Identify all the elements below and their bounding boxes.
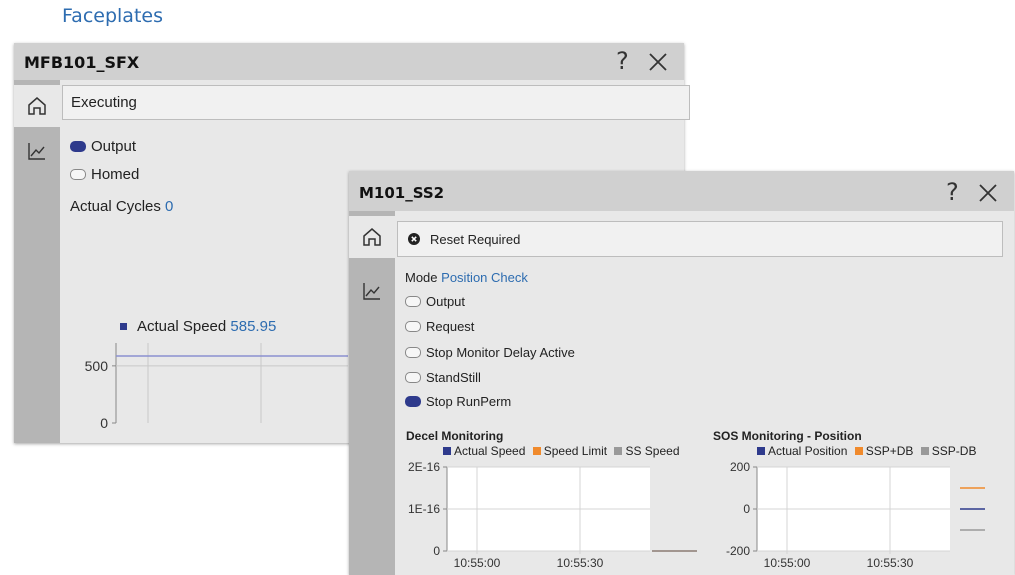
close-icon[interactable] <box>648 52 668 77</box>
faceplate-title: MFB101_SFX <box>24 53 140 72</box>
indicator-homed: Homed <box>70 166 139 183</box>
y-tick-label: -200 <box>726 544 750 558</box>
y-tick-label: 0 <box>100 415 108 431</box>
legend-swatch <box>443 447 451 455</box>
help-button[interactable]: ? <box>616 47 629 75</box>
indicator-output: Output <box>70 138 136 155</box>
indicator-label: Request <box>426 319 475 334</box>
x-tick-label: 10:55:30 <box>557 556 604 570</box>
page-heading: Faceplates <box>62 5 163 27</box>
faceplate-m101: M101_SS2 ? Reset Required Mode Position … <box>349 171 1014 575</box>
status-bar: Executing <box>62 85 690 120</box>
title-bar: MFB101_SFX ? <box>14 43 684 80</box>
y-tick-label: 200 <box>730 460 750 474</box>
trend-chart-icon <box>363 283 380 300</box>
mode-value: Position Check <box>441 270 528 285</box>
legend-swatch <box>614 447 623 455</box>
y-tick-label: 0 <box>743 502 750 516</box>
indicator-label: Output <box>91 138 137 155</box>
indicator-lamp <box>405 396 421 407</box>
mode-label: Mode <box>405 270 438 285</box>
trend-legend: Actual Speed 585.95 <box>120 318 276 335</box>
indicator-output: Output <box>405 294 465 309</box>
legend-swatch <box>920 447 929 455</box>
title-bar: M101_SS2 ? <box>349 171 1014 211</box>
legend-label: Actual Speed <box>137 318 227 335</box>
chart-legend: Actual Speed Speed Limit SS Speed <box>439 444 680 458</box>
legend-swatch <box>757 447 765 455</box>
decel-monitoring-chart: 2E-16 1E-16 0 10:55:00 10:55:30 <box>408 460 697 570</box>
help-button[interactable]: ? <box>946 178 959 206</box>
actual-cycles-value: 0 <box>165 198 174 215</box>
legend-swatch <box>120 323 127 330</box>
indicator-lamp <box>405 296 421 307</box>
legend-swatch <box>532 447 541 455</box>
error-x-icon <box>408 233 420 245</box>
chart-title: Decel Monitoring <box>406 429 504 443</box>
y-tick-label: 1E-16 <box>408 502 440 516</box>
sidebar <box>14 80 60 443</box>
x-tick-label: 10:55:00 <box>454 556 501 570</box>
indicator-stop-monitor-delay: Stop Monitor Delay Active <box>405 345 575 360</box>
indicator-standstill: StandStill <box>405 370 481 385</box>
faceplate-title: M101_SS2 <box>359 184 445 202</box>
home-tab[interactable] <box>349 216 395 258</box>
trend-chart-icon <box>28 143 45 160</box>
mode-row: Mode Position Check <box>405 270 528 285</box>
indicator-request: Request <box>405 319 474 334</box>
y-tick-label: 0 <box>433 544 440 558</box>
home-icon <box>363 228 381 246</box>
indicator-label: Homed <box>91 166 140 183</box>
legend-swatch <box>854 447 863 455</box>
status-text: Reset Required <box>430 231 521 247</box>
sos-monitoring-chart: 200 0 -200 10:55:00 10:55:30 <box>726 460 985 570</box>
indicator-label: Output <box>426 294 466 309</box>
actual-cycles: Actual Cycles 0 <box>70 198 173 215</box>
indicator-label: Stop Monitor Delay Active <box>426 345 575 360</box>
indicator-label: StandStill <box>426 370 481 385</box>
legend-value: 585.95 <box>230 318 277 335</box>
indicator-label: Stop RunPerm <box>426 394 512 409</box>
legend-label: SSP-DB <box>931 444 977 458</box>
indicator-lamp <box>70 141 86 152</box>
indicator-lamp <box>405 372 421 383</box>
y-tick-label: 500 <box>85 358 109 374</box>
indicator-lamp <box>405 347 421 358</box>
speed-trend-chart: 0 500 <box>85 343 348 431</box>
home-icon <box>28 97 46 115</box>
legend-label: Actual Position <box>768 444 848 458</box>
trend-tab[interactable] <box>14 130 60 172</box>
x-tick-label: 10:55:00 <box>764 556 811 570</box>
legend-label: SS Speed <box>625 444 680 458</box>
legend-label: Actual Speed <box>454 444 526 458</box>
status-text: Executing <box>71 94 137 111</box>
close-icon[interactable] <box>978 183 998 208</box>
legend-label: Speed Limit <box>543 444 608 458</box>
actual-cycles-label: Actual Cycles <box>70 198 161 215</box>
chart-title: SOS Monitoring - Position <box>713 429 862 443</box>
indicator-lamp <box>405 321 421 332</box>
status-bar: Reset Required <box>397 221 1003 257</box>
sidebar <box>349 211 395 575</box>
trend-tab[interactable] <box>349 270 395 312</box>
x-tick-label: 10:55:30 <box>867 556 914 570</box>
indicator-lamp <box>70 169 86 180</box>
y-tick-label: 2E-16 <box>408 460 440 474</box>
legend-label: SSP+DB <box>865 444 914 458</box>
indicator-stop-runperm: Stop RunPerm <box>405 394 511 409</box>
home-tab[interactable] <box>14 85 60 127</box>
chart-legend: Actual Position SSP+DB SSP-DB <box>753 444 976 458</box>
